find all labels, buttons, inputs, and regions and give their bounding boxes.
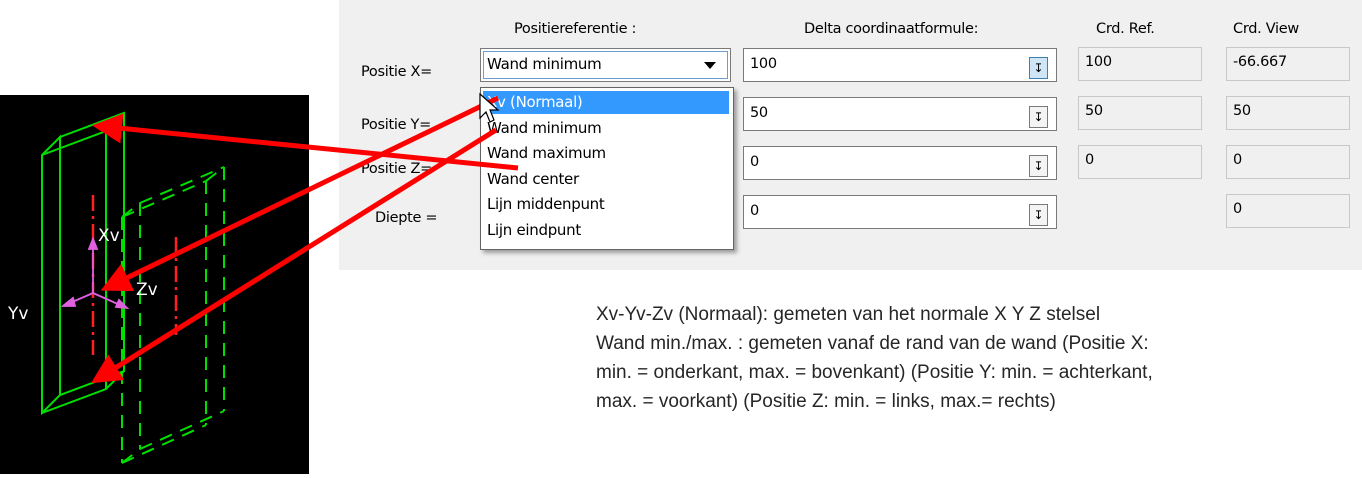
pick-button-x[interactable]: ↧ [1029,57,1048,79]
delta-input-depth[interactable]: 0 [743,195,1057,229]
caption-line: Wand min./max. : gemeten vanaf de rand v… [596,333,1149,354]
axis-label-y: Yv [7,304,28,324]
wall-3d-drawing: Xv Zv Yv [0,95,309,474]
axis-label-x: Xv [98,226,120,246]
caption-line: max. = voorkant) (Positie Z: min. = link… [596,391,1056,412]
crd-ref-header: Crd. Ref. [1096,21,1155,37]
pick-button-y[interactable]: ↧ [1029,106,1048,128]
dropdown-option[interactable]: Wand minimum [483,117,729,140]
combo-selected-value: Wand minimum [487,55,602,73]
caption-line: min. = onderkant, max. = bovenkant) (Pos… [596,362,1153,383]
crd-view-z: 0 [1226,145,1350,179]
explanation-caption: Xv-Yv-Zv (Normaal): gemeten van het norm… [596,300,1356,416]
crd-view-x: -66.667 [1226,47,1350,81]
delta-input-y[interactable]: 50 [743,97,1057,131]
delta-input-z[interactable]: 0 [743,146,1057,180]
crd-view-y: 50 [1226,96,1350,130]
crd-ref-y: 50 [1078,96,1202,130]
delta-formula-header: Delta coordinaatformule: [804,21,979,37]
crd-ref-x: 100 [1078,47,1202,81]
pick-button-z[interactable]: ↧ [1029,155,1048,177]
dashed-wall [121,166,225,464]
crd-ref-z: 0 [1078,145,1202,179]
row-label-position-y: Positie Y= [361,117,431,133]
wall-drawing-svg: Xv Zv Yv [7,111,225,464]
dropdown-option[interactable]: Wand center [483,168,729,191]
caption-line: Xv-Yv-Zv (Normaal): gemeten van het norm… [596,304,1101,325]
position-reference-combo[interactable]: Wand minimum [480,48,731,82]
chevron-down-icon[interactable] [704,62,716,69]
crd-view-depth: 0 [1226,194,1350,228]
position-reference-header: Positiereferentie : [514,21,637,37]
dropdown-option[interactable]: Wand maximum [483,142,729,165]
row-label-depth: Diepte = [375,210,438,226]
crd-view-header: Crd. View [1233,21,1299,37]
axis-label-z: Zv [136,280,158,300]
position-reference-dropdown: Xv (Normaal) Wand minimum Wand maximum W… [480,87,734,250]
dropdown-option[interactable]: Lijn middenpunt [483,193,729,216]
row-label-position-z: Positie Z= [361,161,433,177]
dropdown-option[interactable]: Lijn eindpunt [483,219,729,242]
row-label-position-x: Positie X= [361,64,433,80]
axis-triad [60,236,130,310]
dropdown-option[interactable]: Xv (Normaal) [483,91,729,114]
pick-button-depth[interactable]: ↧ [1029,204,1048,226]
solid-wall [41,111,125,416]
delta-input-x[interactable]: 100 [743,48,1057,82]
